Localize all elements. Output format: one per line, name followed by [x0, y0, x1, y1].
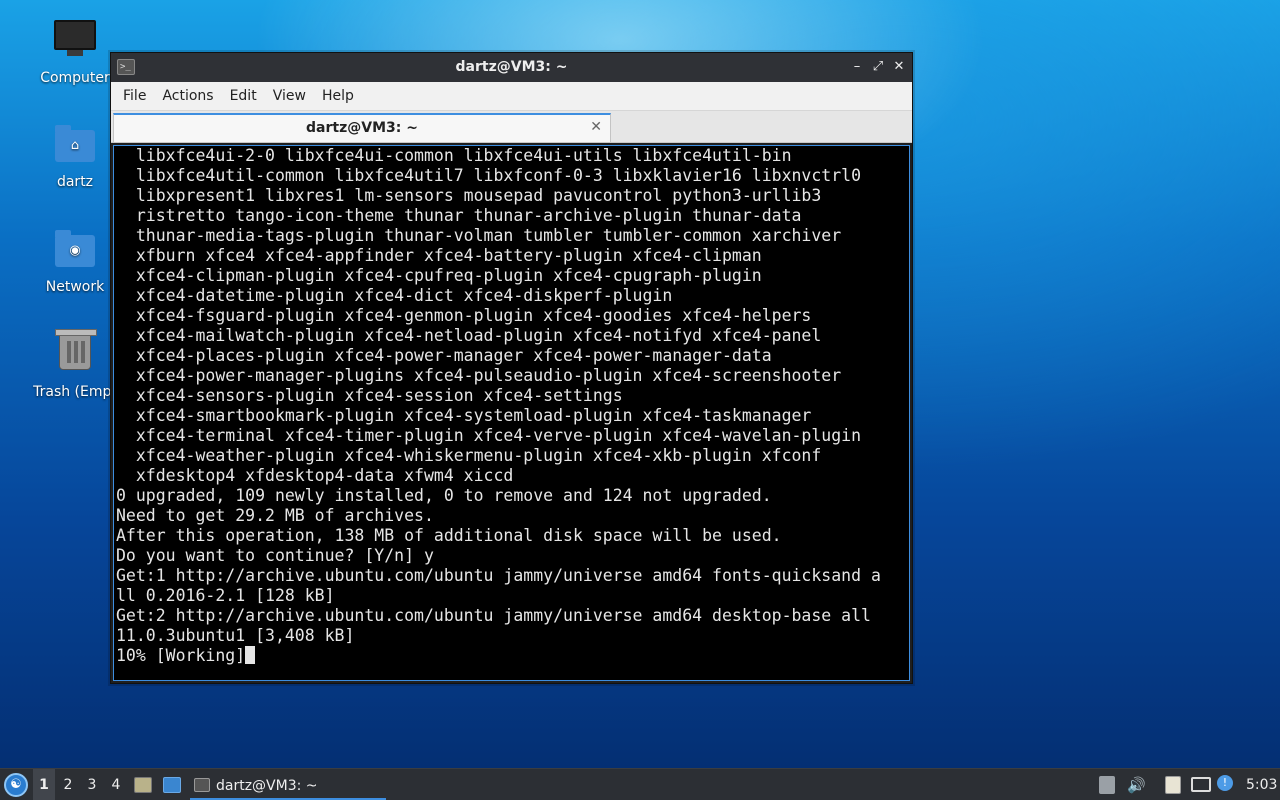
progress-text: 10% [Working]: [116, 646, 246, 665]
terminal-line: Need to get 29.2 MB of archives.: [116, 506, 434, 525]
close-button[interactable]: ✕: [890, 58, 908, 76]
terminal-output[interactable]: libxfce4ui-2-0 libxfce4ui-common libxfce…: [113, 145, 910, 681]
terminal-line: xfdesktop4 xfdesktop4-data xfwm4 xiccd: [116, 466, 514, 485]
workspace-3[interactable]: 3: [81, 769, 103, 800]
notification-icon[interactable]: !: [1217, 775, 1233, 791]
maximize-button[interactable]: ⤢: [869, 58, 887, 76]
terminal-line: 11.0.3ubuntu1 [3,408 kB]: [116, 626, 355, 645]
terminal-line: xfce4-sensors-plugin xfce4-session xfce4…: [116, 386, 623, 405]
terminal-task-icon: [194, 778, 210, 792]
terminal-line: xfce4-smartbookmark-plugin xfce4-systeml…: [116, 406, 812, 425]
tab-close-icon[interactable]: ✕: [590, 119, 602, 135]
terminal-line: xfce4-clipman-plugin xfce4-cpufreq-plugi…: [116, 266, 762, 285]
updates-icon[interactable]: [1099, 776, 1115, 794]
terminal-line: xfce4-terminal xfce4-timer-plugin xfce4-…: [116, 426, 862, 445]
terminal-line: xfce4-datetime-plugin xfce4-dict xfce4-d…: [116, 286, 673, 305]
file-manager-icon[interactable]: [134, 777, 152, 793]
terminal-line: libxfce4util-common libxfce4util7 libxfc…: [116, 166, 862, 185]
clock[interactable]: 5:03: [1246, 769, 1277, 800]
taskbar: ☯ 1 2 3 4 dartz@VM3: ~ 🔊 ! 5:03: [0, 768, 1280, 800]
terminal-line: libxpresent1 libxres1 lm-sensors mousepa…: [116, 186, 822, 205]
minimize-button[interactable]: –: [848, 58, 866, 76]
whisker-menu-icon[interactable]: ☯: [4, 773, 28, 797]
show-desktop-icon[interactable]: [163, 777, 181, 793]
menu-file[interactable]: File: [115, 88, 154, 104]
terminal-line: ristretto tango-icon-theme thunar thunar…: [116, 206, 802, 225]
menu-actions[interactable]: Actions: [154, 88, 221, 104]
volume-icon[interactable]: 🔊: [1127, 769, 1146, 800]
terminal-line: libxfce4ui-2-0 libxfce4ui-common libxfce…: [116, 146, 792, 165]
terminal-window: >_ dartz@VM3: ~ – ⤢ ✕ File Actions Edit …: [110, 52, 913, 684]
terminal-line: xfce4-power-manager-plugins xfce4-pulsea…: [116, 366, 842, 385]
network-folder-icon: ◉: [53, 229, 97, 273]
terminal-line: thunar-media-tags-plugin thunar-volman t…: [116, 226, 842, 245]
terminal-prompt-line: 10% [Working]: [116, 646, 909, 666]
task-terminal[interactable]: dartz@VM3: ~: [190, 770, 386, 800]
terminal-line: Get:1 http://archive.ubuntu.com/ubuntu j…: [116, 566, 881, 585]
terminal-line: 0 upgraded, 109 newly installed, 0 to re…: [116, 486, 772, 505]
tab-label: dartz@VM3: ~: [306, 120, 418, 136]
terminal-line: xfce4-mailwatch-plugin xfce4-netload-plu…: [116, 326, 822, 345]
terminal-line: Get:2 http://archive.ubuntu.com/ubuntu j…: [116, 606, 871, 625]
terminal-line: xfce4-places-plugin xfce4-power-manager …: [116, 346, 772, 365]
menu-help[interactable]: Help: [314, 88, 362, 104]
task-label: dartz@VM3: ~: [216, 778, 318, 794]
menu-view[interactable]: View: [265, 88, 314, 104]
terminal-line: After this operation, 138 MB of addition…: [116, 526, 782, 545]
tab-terminal[interactable]: dartz@VM3: ~ ✕: [113, 113, 611, 142]
home-folder-icon: ⌂: [53, 124, 97, 168]
computer-icon: [53, 20, 97, 64]
text-cursor: [245, 646, 256, 664]
workspace-2[interactable]: 2: [57, 769, 79, 800]
window-title: dartz@VM3: ~: [455, 59, 568, 75]
workspace-4[interactable]: 4: [105, 769, 127, 800]
terminal-line: xfce4-fsguard-plugin xfce4-genmon-plugin…: [116, 306, 812, 325]
menubar: File Actions Edit View Help: [111, 82, 912, 111]
workspace-1[interactable]: 1: [33, 769, 55, 800]
menu-edit[interactable]: Edit: [222, 88, 265, 104]
network-icon[interactable]: [1191, 777, 1211, 792]
terminal-line: xfburn xfce4 xfce4-appfinder xfce4-batte…: [116, 246, 762, 265]
window-titlebar[interactable]: >_ dartz@VM3: ~ – ⤢ ✕: [111, 53, 912, 82]
tab-bar: dartz@VM3: ~ ✕: [111, 111, 912, 143]
terminal-lines: libxfce4ui-2-0 libxfce4ui-common libxfce…: [116, 146, 909, 646]
terminal-line: Do you want to continue? [Y/n] y: [116, 546, 434, 565]
clipboard-icon[interactable]: [1165, 776, 1181, 794]
terminal-line: ll 0.2016-2.1 [128 kB]: [116, 586, 335, 605]
terminal-line: xfce4-weather-plugin xfce4-whiskermenu-p…: [116, 446, 822, 465]
trash-icon: [53, 329, 97, 378]
